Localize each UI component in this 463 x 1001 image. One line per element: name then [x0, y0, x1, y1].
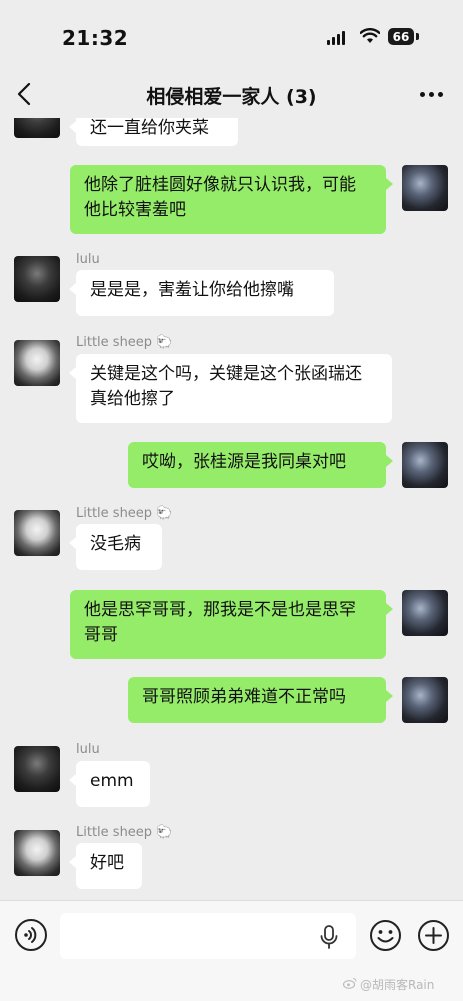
sender-name: Little sheep 🐑: [76, 506, 173, 521]
plus-icon[interactable]: [417, 919, 450, 952]
battery-icon: 66: [388, 28, 414, 45]
status-bar: 21:32 66: [0, 0, 463, 70]
my-avatar[interactable]: [402, 677, 448, 723]
my-avatar[interactable]: [402, 442, 448, 488]
message-bubble[interactable]: emm: [69, 761, 150, 807]
message-bubble[interactable]: 关键是这个吗，关键是这个张函瑞还真给他擦了: [69, 354, 392, 423]
weibo-logo-icon: [343, 977, 357, 989]
avatar[interactable]: [14, 340, 60, 386]
message-bubble[interactable]: 哥哥照顾弟弟难道不正常吗: [128, 677, 393, 723]
avatar[interactable]: [14, 256, 60, 302]
watermark: @胡雨客Rain: [360, 978, 435, 992]
message-bubble[interactable]: 是是是，害羞让你给他擦嘴: [69, 270, 334, 316]
wifi-icon: [360, 28, 380, 43]
message-bubble[interactable]: 他除了脏桂圆好像就只认识我，可能他比较害羞吧: [70, 165, 393, 234]
message-bubble[interactable]: 还一直给你夹菜: [69, 118, 238, 146]
message-bubble[interactable]: 哎呦，张桂源是我同桌对吧: [128, 442, 393, 488]
message-bubble[interactable]: 好吧: [69, 843, 142, 889]
message-list[interactable]: 还一直给你夹菜 他除了脏桂圆好像就只认识我，可能他比较害羞吧 lulu 是是是，…: [0, 118, 463, 900]
battery-tip: [416, 33, 419, 40]
avatar[interactable]: [14, 830, 60, 876]
more-options-icon[interactable]: [420, 86, 450, 102]
avatar[interactable]: [14, 746, 60, 792]
status-time: 21:32: [62, 26, 129, 50]
avatar[interactable]: [14, 118, 60, 138]
chat-title: 相侵相爱一家人 (3): [146, 86, 317, 108]
voice-wave-icon: [24, 927, 37, 943]
cellular-signal-icon: [327, 31, 345, 45]
voice-message-button[interactable]: [15, 919, 47, 951]
my-avatar[interactable]: [402, 590, 448, 636]
my-avatar[interactable]: [402, 165, 448, 211]
sender-name: Little sheep 🐑: [76, 335, 173, 350]
message-bubble[interactable]: 他是思罕哥哥，那我是不是也是思罕哥哥: [70, 590, 393, 659]
emoji-icon[interactable]: [369, 919, 402, 952]
microphone-icon[interactable]: [318, 925, 340, 949]
sender-name: lulu: [76, 742, 100, 757]
message-input[interactable]: [60, 913, 356, 959]
message-bubble[interactable]: 没毛病: [69, 524, 162, 570]
chat-header: 相侵相爱一家人 (3): [0, 70, 463, 118]
sender-name: Little sheep 🐑: [76, 825, 173, 840]
sender-name: lulu: [76, 252, 100, 267]
avatar[interactable]: [14, 510, 60, 556]
